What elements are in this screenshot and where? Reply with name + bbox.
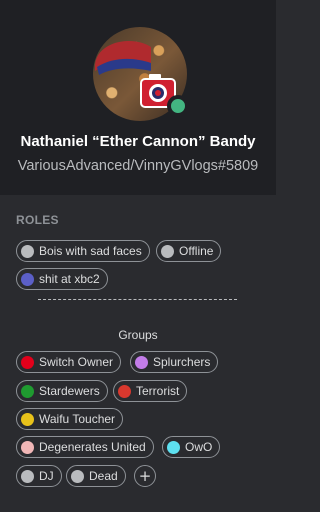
role-label: Stardewers [39, 384, 100, 398]
role-color-dot [21, 412, 34, 426]
role-pill[interactable]: Stardewers [16, 380, 108, 402]
avatar[interactable] [93, 27, 189, 121]
role-label: Dead [89, 469, 118, 483]
role-label: Waifu Toucher [39, 412, 116, 426]
role-color-dot [118, 384, 131, 398]
role-color-dot [167, 440, 180, 454]
groups-label: Groups [118, 328, 158, 342]
role-pill[interactable]: Bois with sad faces [16, 240, 150, 262]
role-label: OwO [185, 440, 213, 454]
status-online-indicator [167, 95, 189, 117]
role-color-dot [71, 469, 84, 483]
role-pill[interactable]: Switch Owner [16, 351, 122, 373]
role-label: Switch Owner [39, 355, 114, 369]
role-pill[interactable]: OwO [162, 436, 221, 458]
role-pill[interactable]: DJ [16, 465, 62, 487]
role-pill[interactable]: Terrorist [113, 380, 188, 402]
role-label: DJ [39, 469, 54, 483]
role-pill[interactable]: Splurchers [130, 351, 219, 373]
role-color-dot [21, 440, 34, 454]
role-pill[interactable]: Offline [156, 240, 222, 262]
role-label: Terrorist [136, 384, 180, 398]
role-label: Offline [179, 244, 214, 258]
display-name: Nathaniel “Ether Cannon” Bandy [20, 133, 256, 150]
role-label: Splurchers [153, 355, 211, 369]
role-color-dot [21, 272, 34, 286]
role-color-dot [161, 244, 174, 258]
profile-header: Nathaniel “Ether Cannon” Bandy VariousAd… [0, 0, 276, 195]
role-color-dot [21, 244, 34, 258]
role-color-dot [21, 384, 34, 398]
role-color-dot [21, 355, 34, 369]
plus-icon: + [138, 466, 152, 485]
role-pill[interactable]: Degenerates United [16, 436, 154, 458]
roles-section-title: ROLES [16, 213, 59, 227]
role-label: Degenerates United [39, 440, 146, 454]
role-pill[interactable]: Waifu Toucher [16, 408, 124, 430]
add-role-button[interactable]: + [134, 465, 156, 487]
role-label: shit at xbc2 [39, 272, 100, 286]
role-label: Bois with sad faces [39, 244, 142, 258]
role-separator [38, 299, 237, 300]
role-pill[interactable]: shit at xbc2 [16, 268, 108, 290]
role-color-dot [21, 469, 34, 483]
role-color-dot [135, 355, 148, 369]
user-tag: VariousAdvanced/VinnyGVlogs#5809 [17, 158, 259, 174]
role-pill[interactable]: Dead [66, 465, 126, 487]
